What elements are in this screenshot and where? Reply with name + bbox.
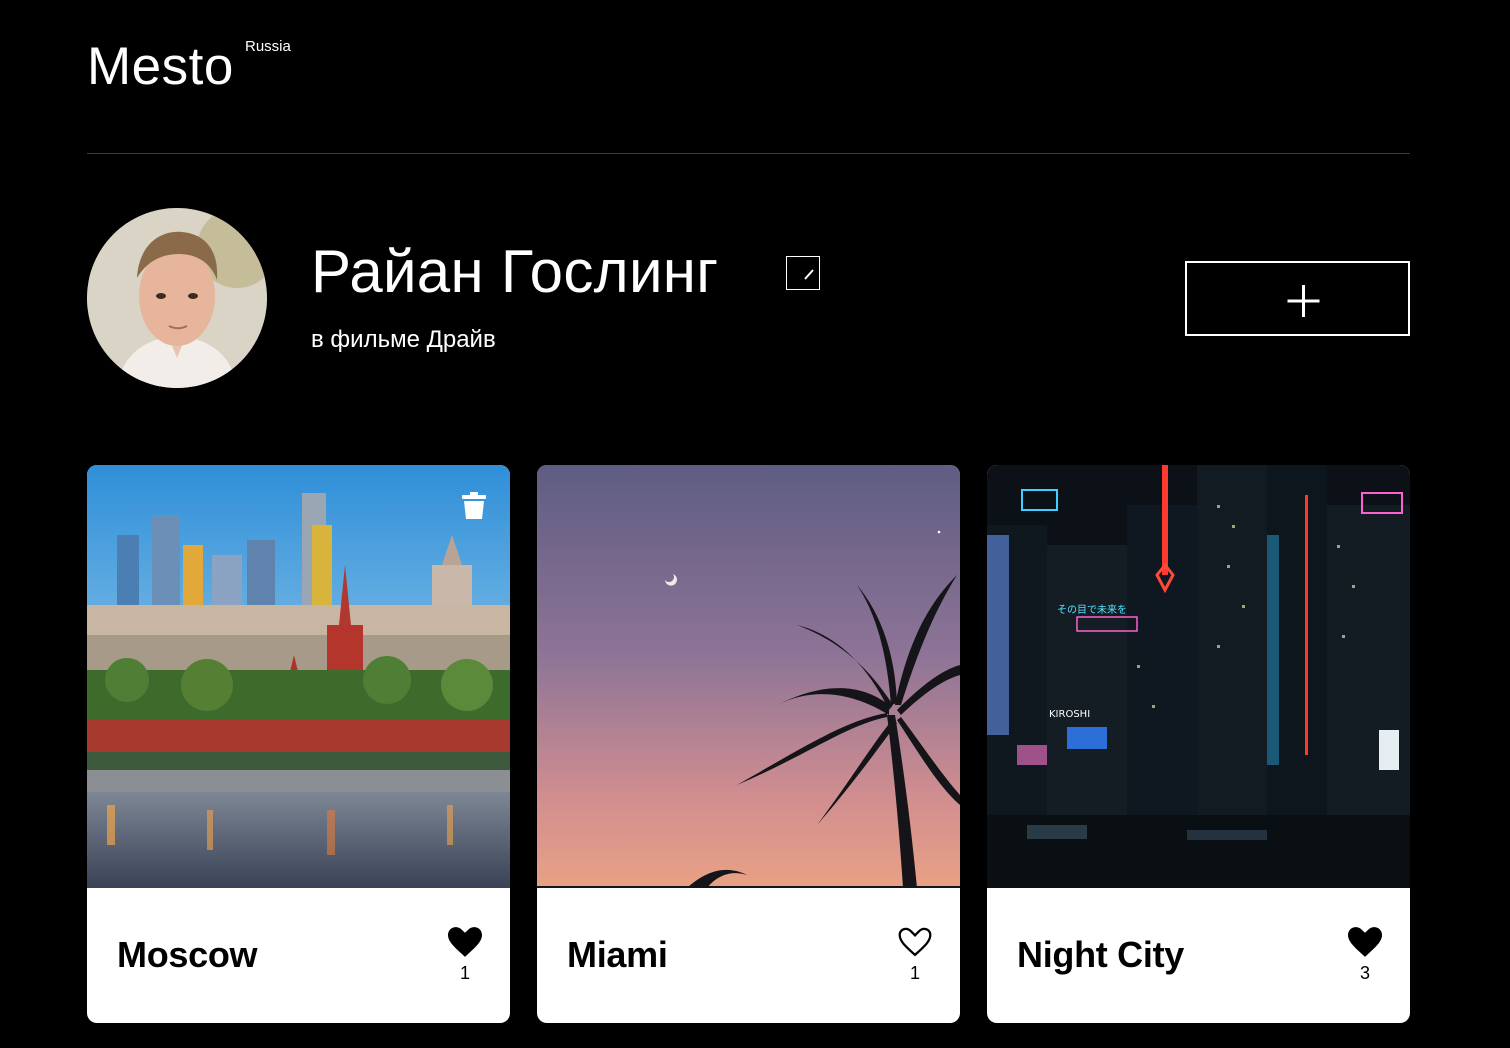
card-image[interactable]	[87, 465, 510, 888]
like-button[interactable]	[898, 927, 932, 957]
like-count: 1	[459, 963, 470, 983]
profile-about: в фильме Драйв	[311, 326, 496, 353]
svg-text:その目で未来を: その目で未来を	[1057, 604, 1127, 616]
logo[interactable]: Mesto	[87, 40, 234, 93]
svg-text:KIROSHI: KIROSHI	[1049, 709, 1090, 720]
card-miami: Miami 1	[537, 465, 960, 1023]
night-city-photo: その目で未来を KIROSHI	[987, 465, 1410, 888]
like-button[interactable]	[448, 927, 482, 957]
delete-card-button[interactable]	[462, 492, 486, 519]
plus-icon	[1287, 285, 1320, 317]
like-count: 1	[909, 963, 920, 983]
profile-avatar[interactable]	[87, 208, 267, 388]
heart-icon	[1348, 927, 1382, 957]
logo-region: Russia	[245, 38, 291, 55]
add-card-button[interactable]	[1185, 261, 1410, 336]
trash-icon	[462, 492, 486, 519]
card-title: Night City	[1017, 934, 1184, 975]
pencil-icon	[804, 269, 814, 280]
card-title: Moscow	[117, 934, 258, 975]
heart-icon	[448, 927, 482, 957]
moscow-photo	[87, 465, 510, 888]
edit-profile-button[interactable]	[786, 256, 820, 290]
header: Mesto Russia	[87, 28, 1410, 154]
avatar-photo	[87, 208, 267, 388]
card-night-city: その目で未来を KIROSHI Night City 3	[987, 465, 1410, 1023]
like-button[interactable]	[1348, 927, 1382, 957]
card-title: Miami	[567, 934, 668, 975]
heart-outline-icon	[898, 927, 932, 957]
page: Mesto Russia Райан Гослинг в фильме Драй…	[0, 0, 1510, 1048]
like-count: 3	[1359, 963, 1370, 983]
card-image[interactable]	[537, 465, 960, 888]
card-image[interactable]: その目で未来を KIROSHI	[987, 465, 1410, 888]
card-moscow: Moscow 1	[87, 465, 510, 1023]
profile-name: Райан Гослинг	[311, 238, 719, 305]
miami-photo	[537, 465, 960, 888]
